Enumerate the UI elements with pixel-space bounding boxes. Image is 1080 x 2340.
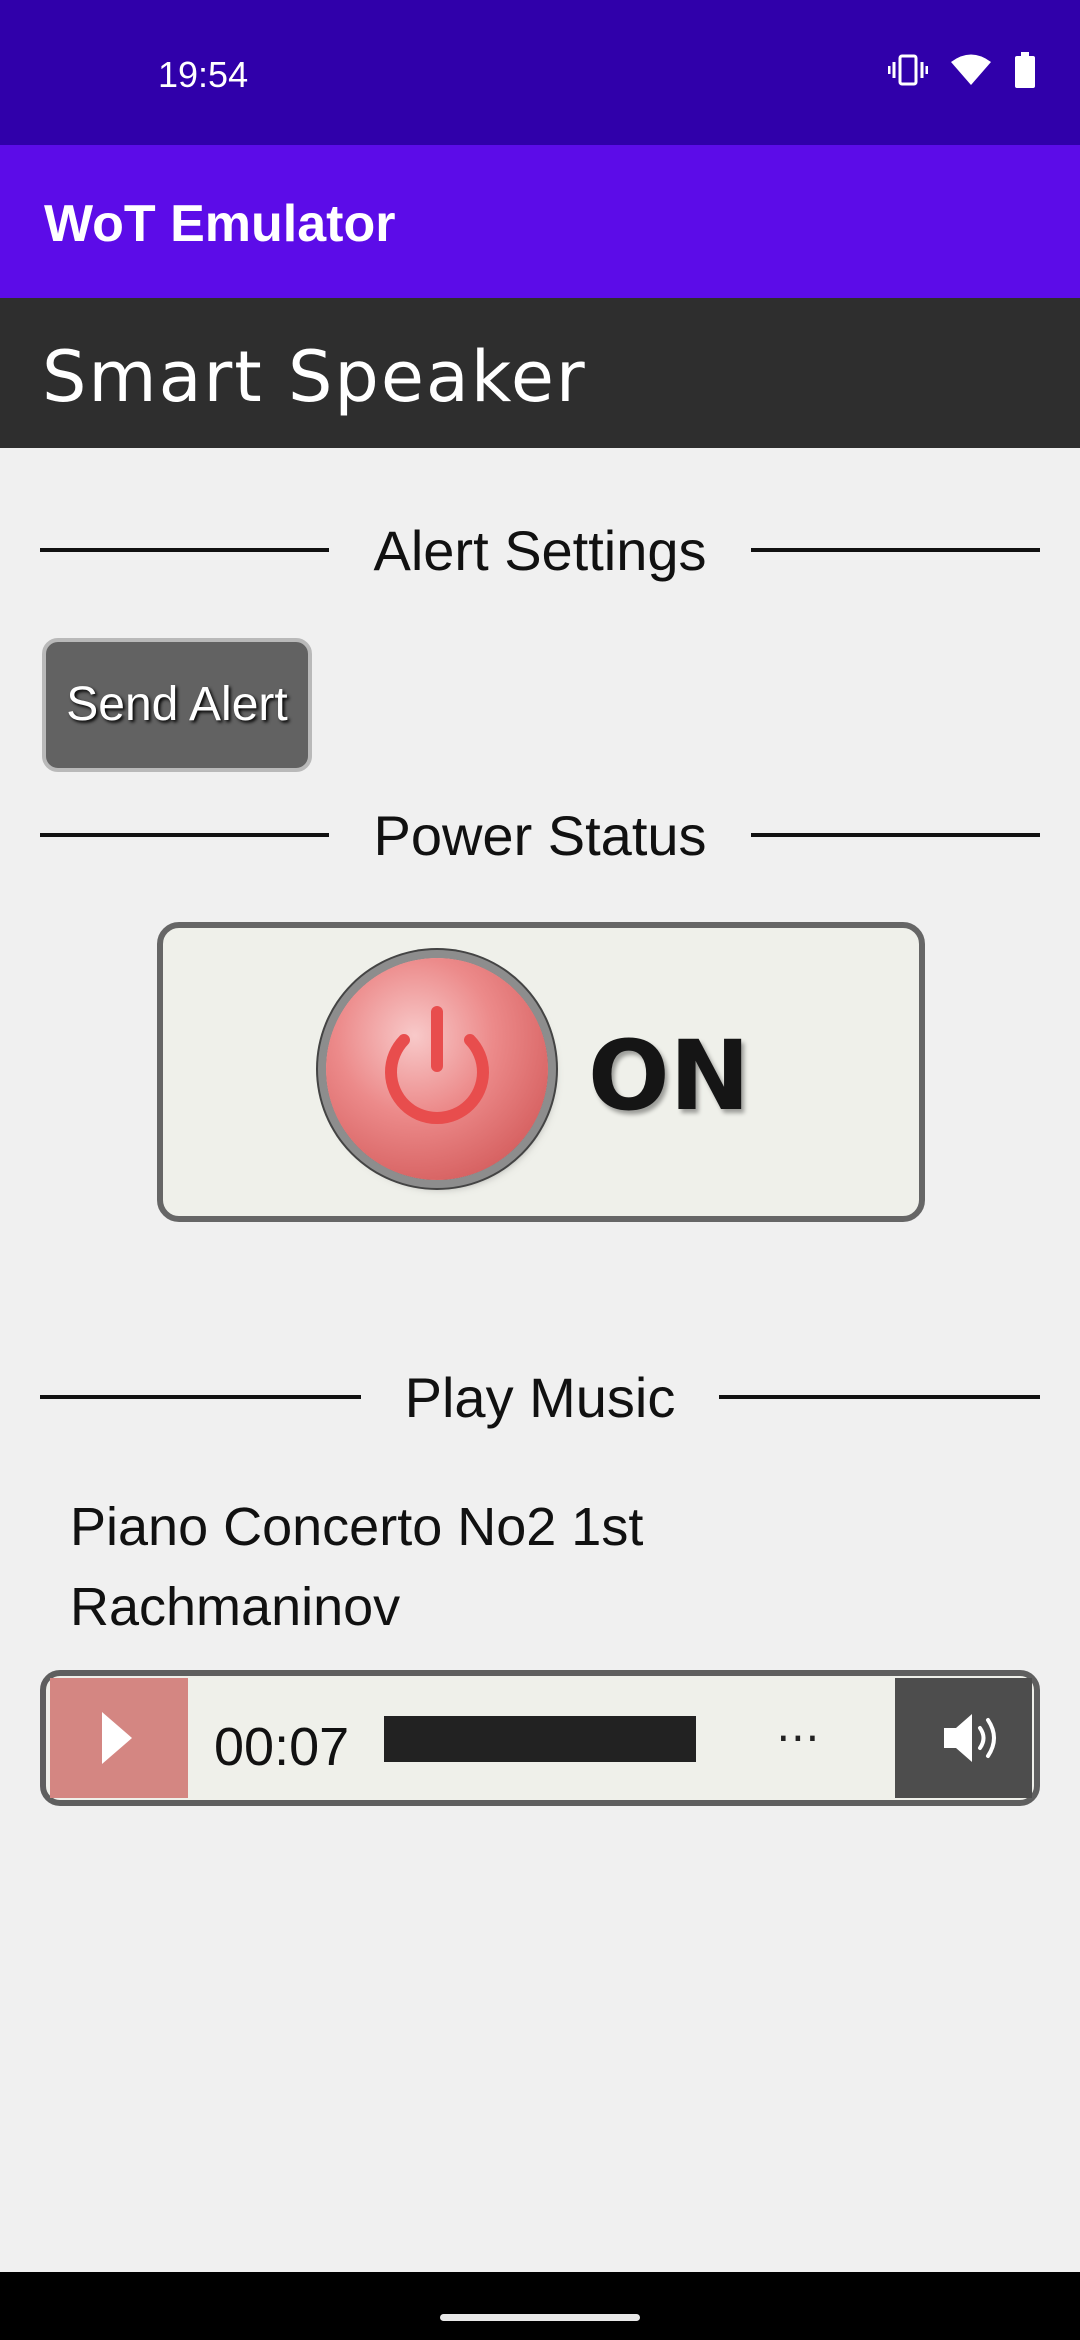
- divider-line: [750, 833, 1041, 837]
- page-title: Smart Speaker: [42, 336, 587, 418]
- progress-bar[interactable]: [384, 1716, 696, 1762]
- section-alert-settings: Alert Settings: [40, 515, 1041, 585]
- play-icon: [102, 1712, 132, 1764]
- section-label: Power Status: [373, 803, 707, 867]
- section-label: Alert Settings: [373, 518, 707, 582]
- current-time: 00:07: [214, 1717, 350, 1777]
- track-title: Piano Concerto No2 1st: [70, 1497, 644, 1557]
- divider-line: [40, 548, 330, 552]
- divider-line: [40, 833, 330, 837]
- section-label: Play Music: [404, 1365, 676, 1429]
- section-power-status: Power Status: [40, 800, 1041, 870]
- divider-line: [40, 1395, 361, 1399]
- section-play-music: Play Music: [40, 1362, 1041, 1432]
- divider-line: [719, 1395, 1041, 1399]
- track-artist: Rachmaninov: [70, 1577, 401, 1637]
- divider-line: [750, 548, 1041, 552]
- power-state-label: ON: [588, 1020, 750, 1132]
- status-icons: [888, 52, 1036, 88]
- power-icon: [385, 1006, 489, 1124]
- navigation-bar: [0, 2272, 1080, 2340]
- wifi-icon: [951, 54, 991, 85]
- send-alert-button[interactable]: Send Alert: [42, 638, 312, 772]
- vibrate-icon: [888, 54, 928, 86]
- more-options-button[interactable]: ⋯: [776, 1712, 822, 1763]
- app-title: WoT Emulator: [44, 195, 396, 253]
- home-gesture-handle[interactable]: [440, 2314, 640, 2321]
- battery-icon: [1015, 52, 1035, 88]
- volume-icon: [944, 1714, 996, 1762]
- status-time: 19:54: [158, 54, 249, 95]
